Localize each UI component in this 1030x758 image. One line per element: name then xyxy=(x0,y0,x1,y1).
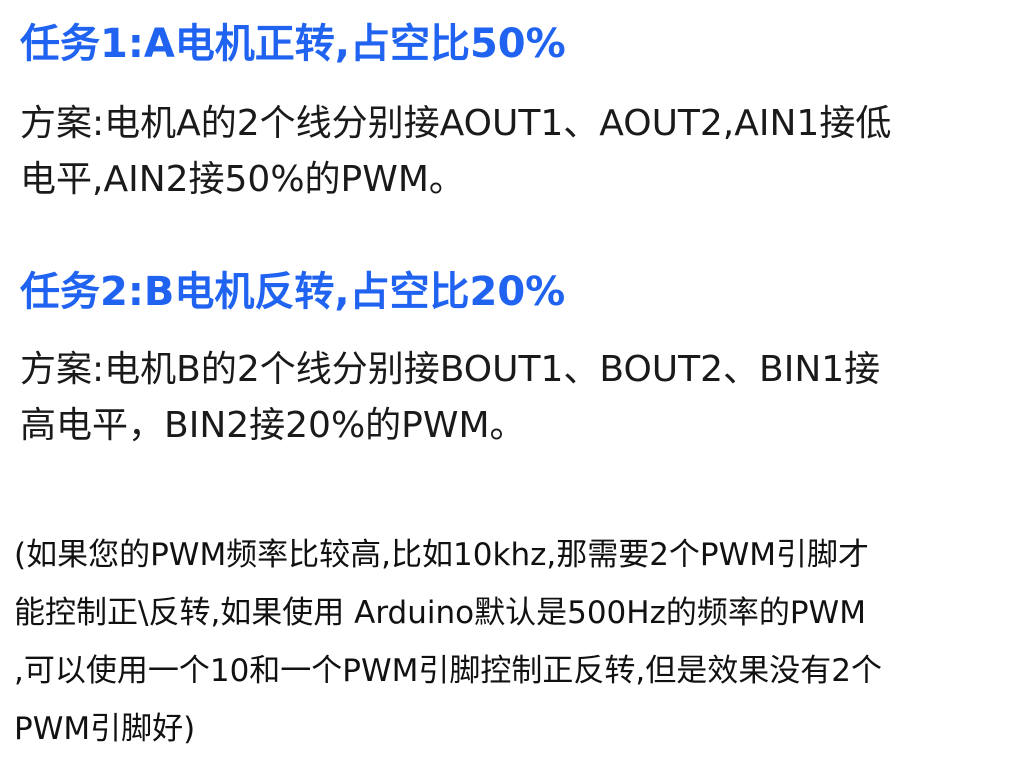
task2-plan: 方案:电机B的2个线分别接BOUT1、BOUT2、BIN1接 高电平，BIN2接… xyxy=(20,342,1015,454)
pwm-note-line-2: 能控制正\反转,如果使用 Arduino默认是500Hz的频率的PWM xyxy=(14,595,866,631)
task1-title: 任务1:A电机正转,占空比50% xyxy=(20,21,566,67)
task1-plan: 方案:电机A的2个线分别接AOUT1、AOUT2,AIN1接低 电平,AIN2接… xyxy=(20,96,1015,208)
task2-plan-line-1: 方案:电机B的2个线分别接BOUT1、BOUT2、BIN1接 xyxy=(20,349,881,390)
document-page: 任务1:A电机正转,占空比50% 方案:电机A的2个线分别接AOUT1、AOUT… xyxy=(0,0,1030,752)
task2-title: 任务2:B电机反转,占空比20% xyxy=(20,269,566,315)
task1-plan-line-2: 电平,AIN2接50%的PWM。 xyxy=(20,159,465,200)
task1-plan-line-1: 方案:电机A的2个线分别接AOUT1、AOUT2,AIN1接低 xyxy=(20,103,892,144)
pwm-note-line-1: (如果您的PWM频率比较高,比如10khz,那需要2个PWM引脚才 xyxy=(14,537,870,573)
task2-plan-line-2: 高电平，BIN2接20%的PWM。 xyxy=(20,405,526,446)
pwm-note-line-4: PWM引脚好) xyxy=(14,711,196,747)
pwm-note-line-3: ,可以使用一个10和一个PWM引脚控制正反转,但是效果没有2个 xyxy=(14,653,882,689)
pwm-note: (如果您的PWM频率比较高,比如10khz,那需要2个PWM引脚才 能控制正\反… xyxy=(14,526,1024,758)
